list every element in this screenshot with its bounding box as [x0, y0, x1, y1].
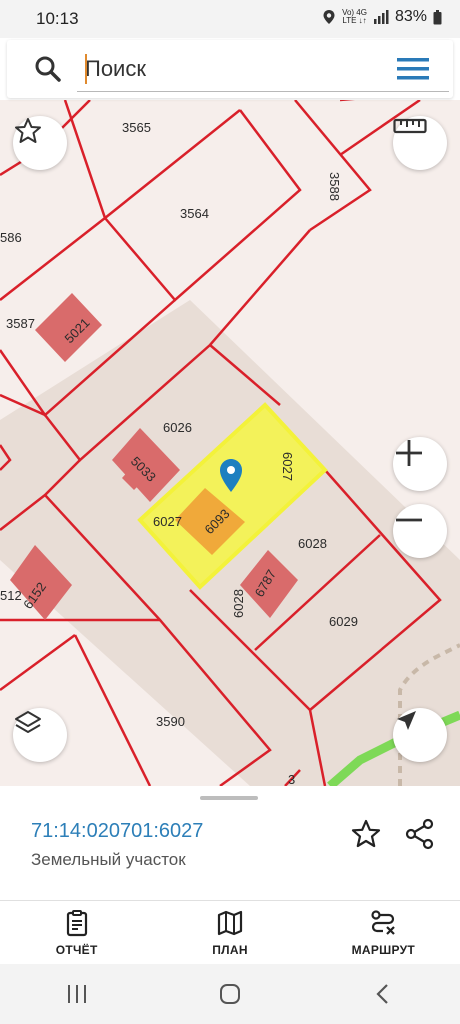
label-3565: 3565 — [122, 120, 151, 135]
nav-plan[interactable]: ПЛАН — [153, 901, 306, 964]
layers-icon — [15, 711, 41, 733]
cadastral-map[interactable]: 3565 3564 3588 586 3587 5021 6026 5033 6… — [0, 100, 460, 786]
map-view[interactable]: 3565 3564 3588 586 3587 5021 6026 5033 6… — [0, 100, 460, 786]
battery-percent: 83% — [394, 8, 427, 25]
label-6028-right: 6028 — [298, 536, 327, 551]
bottom-navigation: ОТЧЁТ ПЛАН МАРШРУТ — [0, 900, 460, 964]
label-3587: 3587 — [6, 316, 35, 331]
nav-report-label: ОТЧЁТ — [55, 942, 98, 957]
network-type-bottom: LTE ↓↑ — [342, 16, 367, 25]
label-3-partial: 3 — [288, 772, 295, 786]
status-time: 10:13 — [36, 9, 79, 28]
battery-icon — [433, 9, 442, 24]
map-icon — [217, 910, 243, 935]
nav-plan-label: ПЛАН — [212, 942, 248, 957]
cadastral-number-link[interactable]: 71:14:020701:6027 — [31, 820, 203, 843]
label-6027-main: 6027 — [153, 514, 182, 529]
back-button[interactable] — [353, 974, 413, 1014]
recent-apps-icon — [67, 985, 86, 1003]
location-icon — [323, 10, 335, 24]
system-navigation — [0, 964, 460, 1024]
report-icon — [66, 909, 87, 936]
layers-button[interactable] — [13, 708, 67, 762]
signal-icon — [373, 10, 389, 24]
recent-apps-button[interactable] — [47, 974, 107, 1014]
route-icon — [371, 909, 396, 935]
status-bar: 10:13 Vo) 4G LTE ↓↑ 83% — [0, 0, 460, 38]
zoom-in-icon — [396, 440, 422, 466]
label-6027-edge: 6027 — [280, 452, 295, 481]
zoom-in-button[interactable] — [393, 437, 447, 491]
network-indicator: Vo) 4G LTE ↓↑ — [342, 9, 367, 25]
details-sheet: 71:14:020701:6027 Земельный участок — [0, 786, 460, 900]
back-icon — [376, 984, 389, 1004]
label-3590: 3590 — [156, 714, 185, 729]
my-location-button[interactable] — [393, 708, 447, 762]
object-type: Земельный участок — [31, 850, 186, 869]
navigate-icon — [397, 711, 416, 730]
zoom-out-icon — [396, 518, 422, 522]
zoom-out-button[interactable] — [393, 504, 447, 558]
label-512: 512 — [0, 588, 22, 603]
label-6026: 6026 — [163, 420, 192, 435]
label-6028-left: 6028 — [231, 589, 246, 618]
label-6029: 6029 — [329, 614, 358, 629]
favorite-button[interactable] — [13, 116, 67, 170]
nav-route[interactable]: МАРШРУТ — [307, 901, 460, 964]
ruler-button[interactable] — [393, 116, 447, 170]
ruler-icon — [393, 118, 427, 134]
text-cursor — [85, 54, 87, 84]
label-586: 586 — [0, 230, 22, 245]
label-3564: 3564 — [180, 206, 209, 221]
nav-route-label: МАРШРУТ — [351, 942, 416, 957]
label-3588: 3588 — [327, 172, 342, 201]
search-icon[interactable] — [33, 54, 63, 84]
home-icon — [219, 984, 240, 1004]
home-button[interactable] — [200, 974, 260, 1014]
star-icon[interactable] — [350, 818, 382, 850]
sheet-drag-handle[interactable] — [200, 796, 258, 800]
status-indicators: Vo) 4G LTE ↓↑ 83% — [322, 8, 442, 26]
nav-report[interactable]: ОТЧЁТ — [0, 901, 153, 964]
star-icon — [15, 118, 41, 143]
search-bar — [7, 40, 453, 98]
search-input[interactable] — [77, 46, 449, 92]
menu-icon[interactable] — [395, 54, 431, 84]
share-icon[interactable] — [404, 818, 436, 850]
